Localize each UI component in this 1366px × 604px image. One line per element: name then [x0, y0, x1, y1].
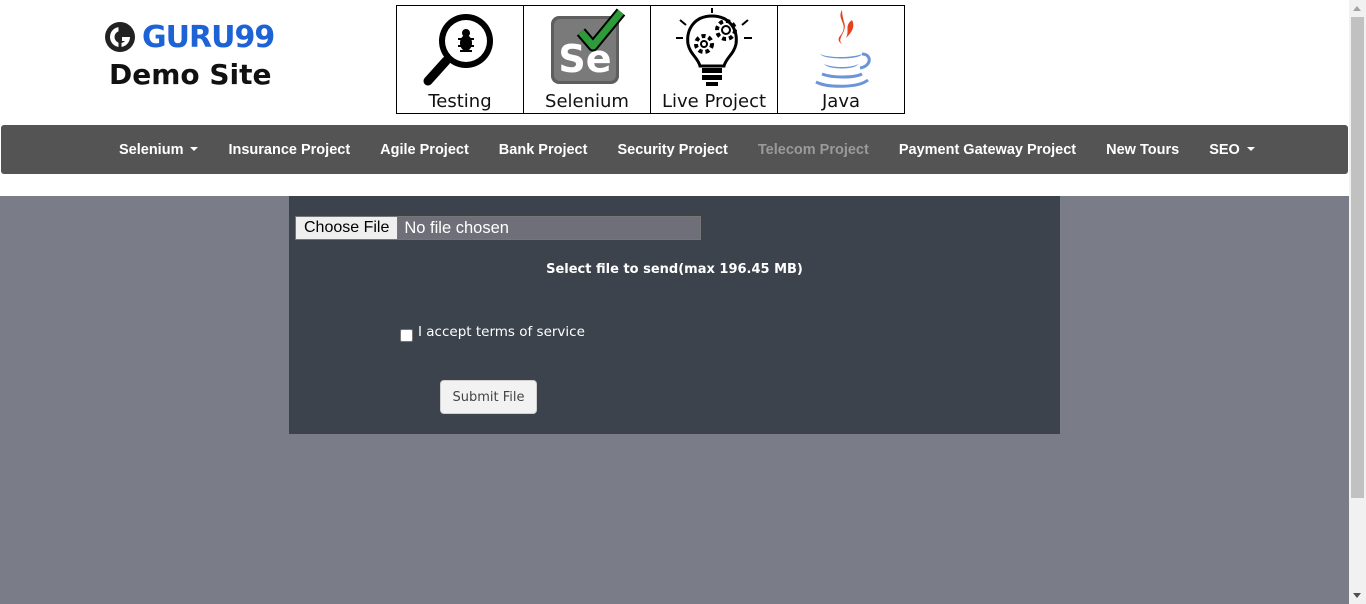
nav-item-selenium[interactable]: Selenium [104, 142, 213, 158]
nav-label: SEO [1209, 141, 1240, 158]
caret-down-icon [190, 146, 199, 151]
lightbulb-gears-icon [651, 8, 777, 90]
tile-label: Testing [428, 91, 492, 112]
file-upload-input[interactable]: Choose File No file chosen [295, 216, 701, 240]
tile-selenium[interactable]: Se Selenium [524, 6, 651, 113]
java-cup-icon [778, 8, 904, 90]
tile-label: Live Project [661, 91, 767, 112]
nav-item-telecom-project[interactable]: Telecom Project [743, 142, 884, 158]
nav-item-agile-project[interactable]: Agile Project [365, 142, 484, 158]
nav-menu: Selenium Insurance Project Agile Project… [104, 125, 1270, 174]
submit-file-button[interactable]: Submit File [440, 380, 537, 414]
selenium-icon: Se [524, 8, 650, 90]
file-size-info: Select file to send(max 196.45 MB) [546, 262, 803, 277]
nav-item-seo[interactable]: SEO [1194, 142, 1270, 158]
scrollbar-thumb[interactable] [1351, 17, 1364, 498]
scroll-up-arrow-icon[interactable] [1353, 6, 1361, 11]
nav-item-insurance-project[interactable]: Insurance Project [213, 142, 365, 158]
caret-down-icon [1246, 146, 1255, 151]
tile-testing[interactable]: Testing [397, 6, 524, 113]
tile-label: Java [821, 91, 861, 112]
scroll-down-arrow-icon[interactable] [1353, 593, 1361, 598]
terms-row: I accept terms of service [400, 322, 585, 342]
terms-label[interactable]: I accept terms of service [418, 324, 585, 340]
magnifier-bug-icon [397, 8, 523, 90]
logo-brand: GURU99 [142, 19, 275, 55]
logo-subtitle: Demo Site [109, 58, 272, 91]
tile-live-project[interactable]: Live Project [651, 6, 778, 113]
nav-item-new-tours[interactable]: New Tours [1091, 142, 1194, 158]
nav-item-security-project[interactable]: Security Project [602, 142, 742, 158]
tile-label: Selenium [545, 91, 629, 112]
course-tiles: Testing Se Selenium Live Project Java [396, 5, 905, 114]
tile-java[interactable]: Java [778, 6, 904, 113]
choose-file-button[interactable]: Choose File [296, 217, 399, 239]
nav-item-bank-project[interactable]: Bank Project [484, 142, 603, 158]
main-navbar: Selenium Insurance Project Agile Project… [1, 125, 1348, 174]
terms-checkbox[interactable] [400, 329, 413, 342]
page: GURU99 Demo Site Testing Se Selenium Liv… [0, 0, 1349, 604]
file-status-text: No file chosen [404, 218, 509, 237]
guru99-logo-icon [104, 21, 136, 53]
vertical-scrollbar[interactable] [1349, 0, 1366, 604]
nav-label: Selenium [119, 141, 184, 158]
nav-item-payment-gateway-project[interactable]: Payment Gateway Project [884, 142, 1091, 158]
site-logo[interactable]: GURU99 Demo Site [104, 18, 284, 91]
